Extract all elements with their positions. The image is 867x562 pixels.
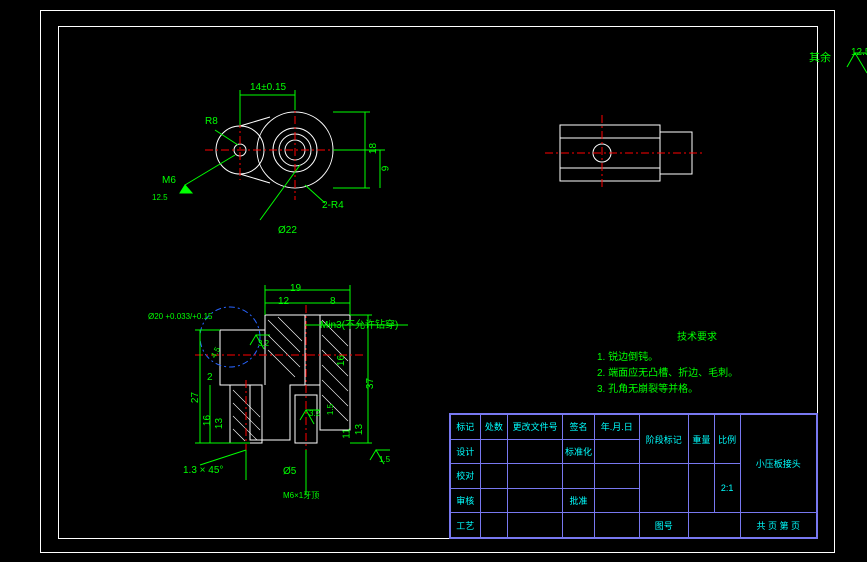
tb-drawno-h: 图号 xyxy=(639,513,688,538)
dim-2: 2 xyxy=(207,372,213,383)
note-2: 2. 端面应无凸槽、折边、毛刺。 xyxy=(597,366,797,382)
dim-9: 9 xyxy=(380,166,391,172)
tb-drawing-title: 小压板接头 xyxy=(740,415,816,513)
tb-r3c1: 校对 xyxy=(451,464,481,489)
surf-32a: 3.2 xyxy=(258,339,269,348)
surf-15: 1.5 xyxy=(379,455,390,464)
tb-scale-h: 比例 xyxy=(714,415,740,464)
note-1: 1. 锐边倒钝。 xyxy=(597,350,797,366)
tb-r1c1: 标记 xyxy=(451,415,481,440)
tb-stage: 阶段标记 xyxy=(639,415,688,464)
dim-2r4: 2-R4 xyxy=(322,200,344,211)
tb-weight: 重量 xyxy=(688,415,714,464)
cad-canvas: 12.5 其余 xyxy=(0,0,867,562)
dim-dia5: Ø5 xyxy=(283,466,296,477)
tb-r5c1: 工艺 xyxy=(451,513,481,538)
dim-12: 12 xyxy=(278,296,289,307)
surf-125-left: 12.5 xyxy=(152,193,168,202)
dim-r8: R8 xyxy=(205,116,218,127)
dim-19: 19 xyxy=(290,283,301,294)
note-3: 3. 孔角无崩裂等并格。 xyxy=(597,382,797,398)
surface-label: 其余 xyxy=(809,50,831,64)
dim-16r: 16 xyxy=(336,355,347,366)
tb-r1c4: 签名 xyxy=(562,415,594,440)
side-view xyxy=(540,110,720,200)
dim-14: 14±0.15 xyxy=(250,82,286,93)
dim-13r: 13 xyxy=(354,424,365,435)
dim-chamfer: 1.3 × 45° xyxy=(183,465,223,476)
tb-sheets: 共 页 第 页 xyxy=(740,513,816,538)
tb-r4c4: 批准 xyxy=(562,488,594,513)
dim-15: 1.5 xyxy=(326,404,335,415)
dim-18: 18 xyxy=(368,143,379,154)
dim-27: 27 xyxy=(190,392,201,403)
tb-r1c5: 年.月.日 xyxy=(595,415,640,440)
tb-r1c2: 处数 xyxy=(480,415,508,440)
dim-16: 16 xyxy=(202,415,213,426)
dim-11: 11 xyxy=(342,428,353,438)
dim-m6-bottom: M6×1牙顶 xyxy=(283,490,319,501)
surf-32b: 3.2 xyxy=(309,409,320,418)
dim-m6: M6 xyxy=(162,175,176,186)
notes-title: 技术要求 xyxy=(597,330,797,346)
dim-dia22: Ø22 xyxy=(278,225,297,236)
dim-37: 37 xyxy=(365,378,376,389)
title-block: 标记 处数 更改文件号 签名 年.月.日 阶段标记 重量 比例 小压板接头 设计… xyxy=(449,413,818,539)
tb-r4c1: 审核 xyxy=(451,488,481,513)
dim-13l: 13 xyxy=(214,418,225,429)
tb-r1c3: 更改文件号 xyxy=(508,415,563,440)
tb-r2c4: 标准化 xyxy=(562,439,594,464)
technical-notes: 技术要求 1. 锐边倒钝。 2. 端面应无凸槽、折边、毛刺。 3. 孔角无崩裂等… xyxy=(597,330,797,398)
tb-r2c1: 设计 xyxy=(451,439,481,464)
dim-dia20: Ø20 +0.033/+0.15 xyxy=(148,313,213,321)
dim-min3: Min3(不允许钻穿) xyxy=(320,316,398,331)
dim-8: 8 xyxy=(330,296,336,307)
tb-scale-val: 2:1 xyxy=(714,464,740,513)
